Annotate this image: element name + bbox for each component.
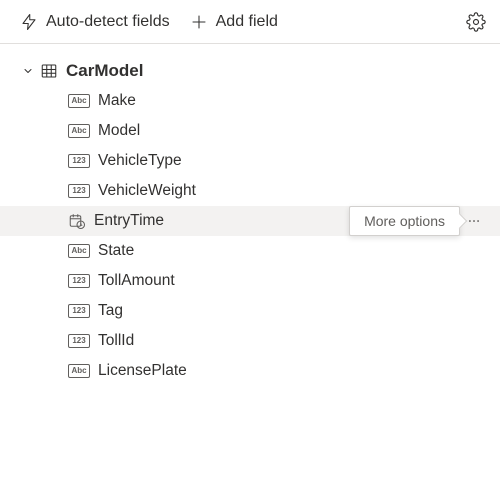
settings-button[interactable] [464,6,488,38]
number-type-icon: 123 [68,154,90,168]
autodetect-fields-button[interactable]: Auto-detect fields [12,7,178,37]
number-type-icon: 123 [68,334,90,348]
addfield-label: Add field [216,13,278,31]
field-name: VehicleWeight [98,182,488,200]
field-name: TollId [98,332,488,350]
field-row[interactable]: 123 Tag [0,296,500,326]
field-row[interactable]: Abc State [0,236,500,266]
text-type-icon: Abc [68,364,90,378]
plus-icon [190,13,208,31]
field-name: Model [98,122,488,140]
number-type-icon: 123 [68,274,90,288]
table-name: CarModel [66,61,488,81]
number-type-icon: 123 [68,304,90,318]
field-name: Tag [98,302,488,320]
text-type-icon: Abc [68,124,90,138]
text-type-icon: Abc [68,244,90,258]
field-row[interactable]: Abc Make [0,86,500,116]
table-node[interactable]: CarModel [0,56,500,86]
field-name: State [98,242,488,260]
field-name: TollAmount [98,272,488,290]
field-row[interactable]: 123 TollId [0,326,500,356]
fields-tree: CarModel AbcMakeAbcModel123VehicleType12… [0,44,500,394]
field-row[interactable]: 123 TollAmount [0,266,500,296]
field-row[interactable]: Abc Model [0,116,500,146]
field-name: LicensePlate [98,362,488,380]
chevron-down-icon [20,65,36,77]
field-row[interactable]: 123 VehicleWeight [0,176,500,206]
more-options-tooltip: More options [349,206,460,236]
toolbar: Auto-detect fields Add field [0,0,500,44]
field-row[interactable]: 123 VehicleType [0,146,500,176]
datetime-icon [68,212,86,230]
number-type-icon: 123 [68,184,90,198]
text-type-icon: Abc [68,94,90,108]
field-row[interactable]: Abc LicensePlate [0,356,500,386]
field-name: VehicleType [98,152,488,170]
autodetect-label: Auto-detect fields [46,13,170,31]
add-field-button[interactable]: Add field [182,7,286,37]
table-icon [40,62,58,80]
field-row[interactable]: EntryTimeMore options [0,206,500,236]
field-name: Make [98,92,488,110]
gear-icon [466,12,486,32]
bolt-icon [20,13,38,31]
